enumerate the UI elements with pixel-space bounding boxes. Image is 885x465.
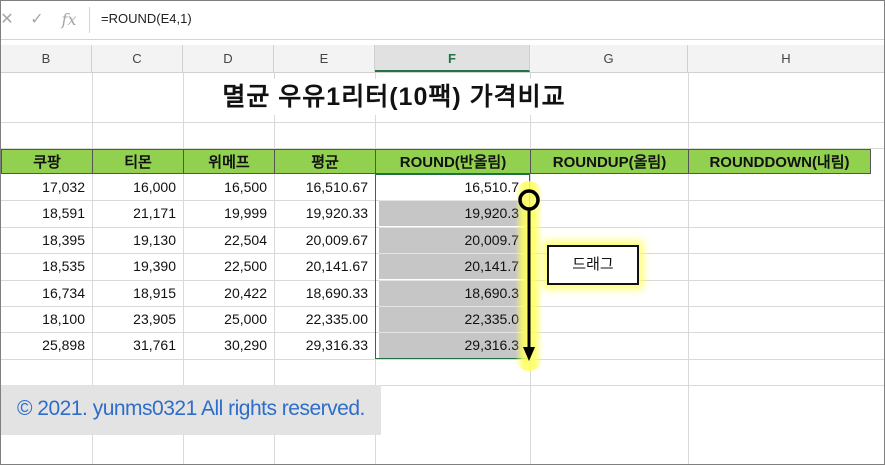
header-cell-roundup[interactable]: ROUNDUP(올림) [530, 149, 689, 174]
round-result-value: 18,690.3 [464, 285, 520, 301]
drag-callout: 드래그 [547, 245, 639, 285]
round-result-value: 22,335.0 [464, 311, 520, 327]
table-cell[interactable]: 21,171 [92, 200, 183, 226]
table-cell[interactable]: 25,000 [183, 306, 274, 332]
header-cell-coupang[interactable]: 쿠팡 [1, 149, 93, 174]
column-header-c[interactable]: C [92, 45, 183, 72]
table-cell[interactable]: 16,500 [183, 174, 274, 200]
table-cell[interactable]: 22,335.00 [274, 306, 375, 332]
table-cell[interactable]: 22,504 [183, 227, 274, 253]
table-cell[interactable]: 16,510.67 [274, 174, 375, 200]
table-cell[interactable]: 18,395 [1, 227, 92, 253]
x-icon[interactable]: ✕ [1, 10, 17, 30]
table-cell[interactable]: 25,898 [1, 332, 92, 358]
round-result-value: 20,009.7 [464, 232, 520, 248]
header-cell-round[interactable]: ROUND(반올림) [375, 149, 531, 174]
grid-hline [1, 359, 884, 360]
table-cell[interactable]: 22,500 [183, 253, 274, 279]
table-cell[interactable]: 20,422 [183, 280, 274, 306]
grid-vline [688, 73, 689, 464]
table-cell[interactable]: 17,032 [1, 174, 92, 200]
table-cell[interactable]: 19,130 [92, 227, 183, 253]
formula-input[interactable]: =ROUND(E4,1) [101, 11, 192, 26]
table-cell[interactable]: 20,141.67 [274, 253, 375, 279]
round-result-value: 19,920.3 [464, 205, 520, 221]
table-cell[interactable]: 19,999 [183, 200, 274, 226]
table-cell[interactable]: 18,535 [1, 253, 92, 279]
table-cell[interactable]: 18,591 [1, 200, 92, 226]
table-cell[interactable]: 16,734 [1, 280, 92, 306]
drag-arrow-icon [518, 189, 540, 361]
sheet-title[interactable]: 멸균 우유1리터(10팩) 가격비교 [184, 79, 604, 115]
formula-bar-divider [89, 7, 90, 33]
copyright-text: © 2021. yunms0321 All rights reserved. [17, 397, 365, 420]
column-header-b[interactable]: B [1, 45, 92, 72]
table-cell[interactable]: 31,761 [92, 332, 183, 358]
table-cell[interactable]: 18,690.33 [274, 280, 375, 306]
column-header-d[interactable]: D [183, 45, 274, 72]
column-header-e[interactable]: E [274, 45, 375, 72]
header-cell-tmon[interactable]: 티몬 [92, 149, 184, 174]
table-cell[interactable]: 16,000 [92, 174, 183, 200]
copyright-watermark: © 2021. yunms0321 All rights reserved. [1, 385, 381, 435]
table-cell[interactable]: 30,290 [183, 332, 274, 358]
column-headers: B C D E F G H [1, 45, 884, 73]
formula-bar: ✕ ✓ fx =ROUND(E4,1) [1, 1, 884, 40]
table-cell[interactable]: 18,915 [92, 280, 183, 306]
header-cell-average[interactable]: 평균 [274, 149, 376, 174]
table-cell[interactable]: 18,100 [1, 306, 92, 332]
table-cell[interactable]: 19,390 [92, 253, 183, 279]
table-cell[interactable]: 23,905 [92, 306, 183, 332]
column-header-h[interactable]: H [688, 45, 884, 72]
spreadsheet-window: ✕ ✓ fx =ROUND(E4,1) B C D E F G H 멸균 우유1… [0, 0, 885, 465]
round-result-value: 29,316.3 [464, 337, 520, 353]
table-cell[interactable]: 20,009.67 [274, 227, 375, 253]
table-cell[interactable]: 29,316.33 [274, 332, 375, 358]
table-cell[interactable]: 19,920.33 [274, 200, 375, 226]
round-result-value: 20,141.7 [464, 258, 520, 274]
grid-hline [1, 122, 884, 123]
check-icon[interactable]: ✓ [27, 10, 47, 30]
fx-icon[interactable]: fx [59, 10, 79, 30]
header-cell-rounddown[interactable]: ROUNDDOWN(내림) [688, 149, 871, 174]
round-result-value: 16,510.7 [464, 179, 520, 195]
column-header-f[interactable]: F [375, 45, 530, 72]
header-cell-wemakeprice[interactable]: 위메프 [183, 149, 275, 174]
column-header-g[interactable]: G [530, 45, 688, 72]
